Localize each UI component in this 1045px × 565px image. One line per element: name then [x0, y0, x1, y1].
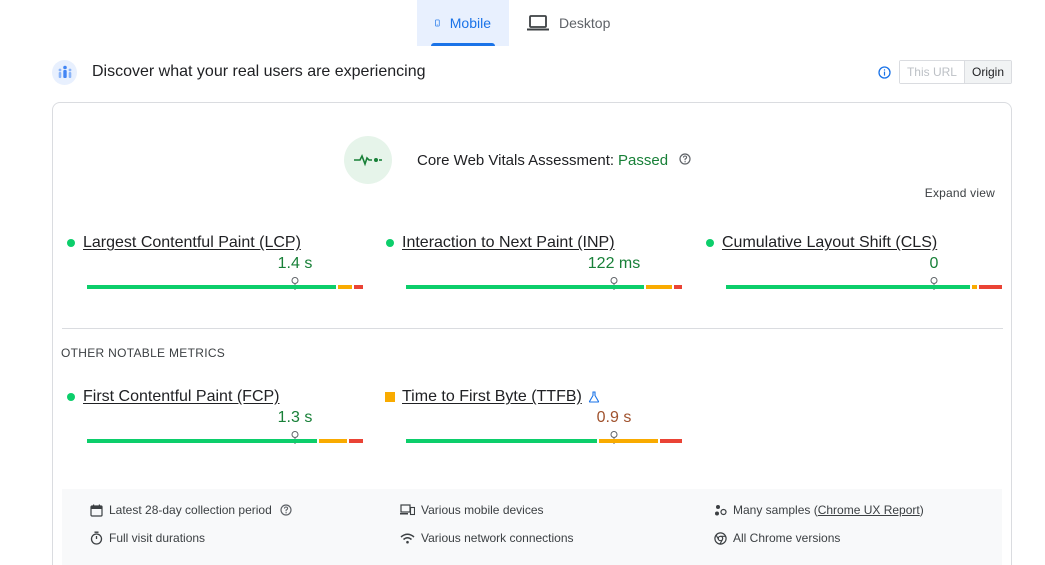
status-good-dot [386, 239, 394, 247]
tab-mobile[interactable]: Mobile [417, 0, 509, 46]
bar-good [87, 285, 336, 289]
bar-good [726, 285, 970, 289]
chrome-ux-report-link[interactable]: Chrome UX Report [818, 503, 920, 517]
metric-value-inp: 122 ms [587, 255, 641, 272]
this-url-button[interactable]: This URL [899, 61, 964, 83]
samples-item: Many samples (Chrome UX Report) [714, 503, 924, 517]
metric-name-fcp[interactable]: First Contentful Paint (FCP) [83, 388, 280, 406]
metric-name-lcp[interactable]: Largest Contentful Paint (LCP) [83, 234, 301, 252]
phone-icon [435, 19, 440, 27]
help-icon[interactable] [280, 504, 298, 516]
assessment-status: Passed [618, 151, 669, 169]
status-average-square [385, 392, 395, 402]
visit-durations-text: Full visit durations [109, 531, 206, 545]
distribution-bar [87, 439, 365, 443]
bar-good [87, 439, 317, 443]
field-data-title: Discover what your real users are experi… [92, 63, 426, 80]
info-icon[interactable] [878, 65, 891, 79]
visit-durations-item: Full visit durations [90, 531, 205, 545]
metric-name-ttfb[interactable]: Time to First Byte (TTFB) [402, 388, 582, 406]
distribution-bar [87, 285, 365, 289]
calendar-icon [90, 504, 103, 517]
chrome-versions-item: All Chrome versions [714, 531, 840, 545]
bar-good [406, 439, 597, 443]
p75-marker [291, 277, 299, 290]
bar-average [319, 439, 347, 443]
tab-mobile-label: Mobile [449, 15, 491, 31]
url-origin-toggle: This URL Origin [898, 60, 1012, 84]
metric-name-cls[interactable]: Cumulative Layout Shift (CLS) [722, 234, 937, 252]
p75-marker [610, 431, 618, 444]
samples-prefix: Many samples ( [733, 503, 818, 517]
wifi-icon [400, 533, 415, 543]
collection-period-item: Latest 28-day collection period [90, 503, 298, 517]
tab-desktop[interactable]: Desktop [509, 0, 628, 46]
stopwatch-icon [90, 531, 103, 545]
bar-average [646, 285, 672, 289]
device-tabs: Mobile Desktop [417, 0, 628, 46]
p75-marker [610, 277, 618, 290]
metric-ttfb: Time to First Byte (TTFB) 0.9 s [380, 387, 682, 444]
network-item: Various network connections [400, 531, 574, 545]
bar-poor [674, 285, 682, 289]
expand-view-link[interactable]: Expand view [925, 186, 995, 200]
assessment-text: Core Web Vitals Assessment: Passed [417, 152, 691, 169]
other-metrics-title: OTHER NOTABLE METRICS [61, 346, 226, 360]
bar-average [972, 285, 977, 289]
collection-period-text: Latest 28-day collection period [109, 503, 272, 517]
chrome-icon [714, 531, 727, 545]
field-data-header: Discover what your real users are experi… [52, 58, 1012, 86]
tab-desktop-label: Desktop [559, 15, 611, 31]
devices-icon [400, 504, 415, 516]
scope-toggle: This URL Origin [878, 60, 1012, 84]
metric-value-lcp: 1.4 s [277, 255, 313, 272]
metric-value-cls: 0 [929, 255, 939, 272]
network-text: Various network connections [421, 531, 574, 545]
bar-poor [354, 285, 363, 289]
metric-fcp: First Contentful Paint (FCP) 1.3 s [61, 387, 363, 444]
metric-value-fcp: 1.3 s [277, 409, 313, 426]
status-good-dot [706, 239, 714, 247]
samples-icon [715, 504, 727, 515]
distribution-bar [726, 285, 1004, 289]
distribution-bar [406, 285, 684, 289]
origin-button[interactable]: Origin [963, 61, 1011, 83]
distribution-bar [406, 439, 684, 443]
laptop-icon [527, 15, 549, 31]
devices-item: Various mobile devices [400, 503, 544, 517]
status-good-dot [67, 393, 75, 401]
section-divider [62, 328, 1003, 329]
cwv-assessment: Core Web Vitals Assessment: Passed [344, 136, 691, 184]
chrome-versions-text: All Chrome versions [733, 531, 841, 545]
metric-value-ttfb: 0.9 s [596, 409, 632, 426]
bar-good [406, 285, 644, 289]
metric-lcp: Largest Contentful Paint (LCP) 1.4 s [61, 233, 363, 290]
help-icon[interactable] [679, 152, 691, 165]
assessment-label: Core Web Vitals Assessment: [417, 151, 615, 169]
data-details-panel: Latest 28-day collection period Full vis… [62, 489, 1002, 565]
p75-marker [930, 277, 938, 290]
bar-poor [349, 439, 363, 443]
metric-cls: Cumulative Layout Shift (CLS) 0 [700, 233, 1002, 290]
bar-average [599, 439, 658, 443]
bar-poor [660, 439, 682, 443]
bar-average [338, 285, 352, 289]
devices-text: Various mobile devices [421, 503, 544, 517]
samples-suffix: ) [919, 503, 924, 517]
vitals-pulse-icon [344, 136, 392, 184]
bar-poor [979, 285, 1002, 289]
users-icon [52, 59, 77, 85]
experimental-flask-icon [588, 391, 600, 403]
p75-marker [291, 431, 299, 444]
metric-name-inp[interactable]: Interaction to Next Paint (INP) [402, 234, 615, 252]
metric-inp: Interaction to Next Paint (INP) 122 ms [380, 233, 682, 290]
status-good-dot [67, 239, 75, 247]
